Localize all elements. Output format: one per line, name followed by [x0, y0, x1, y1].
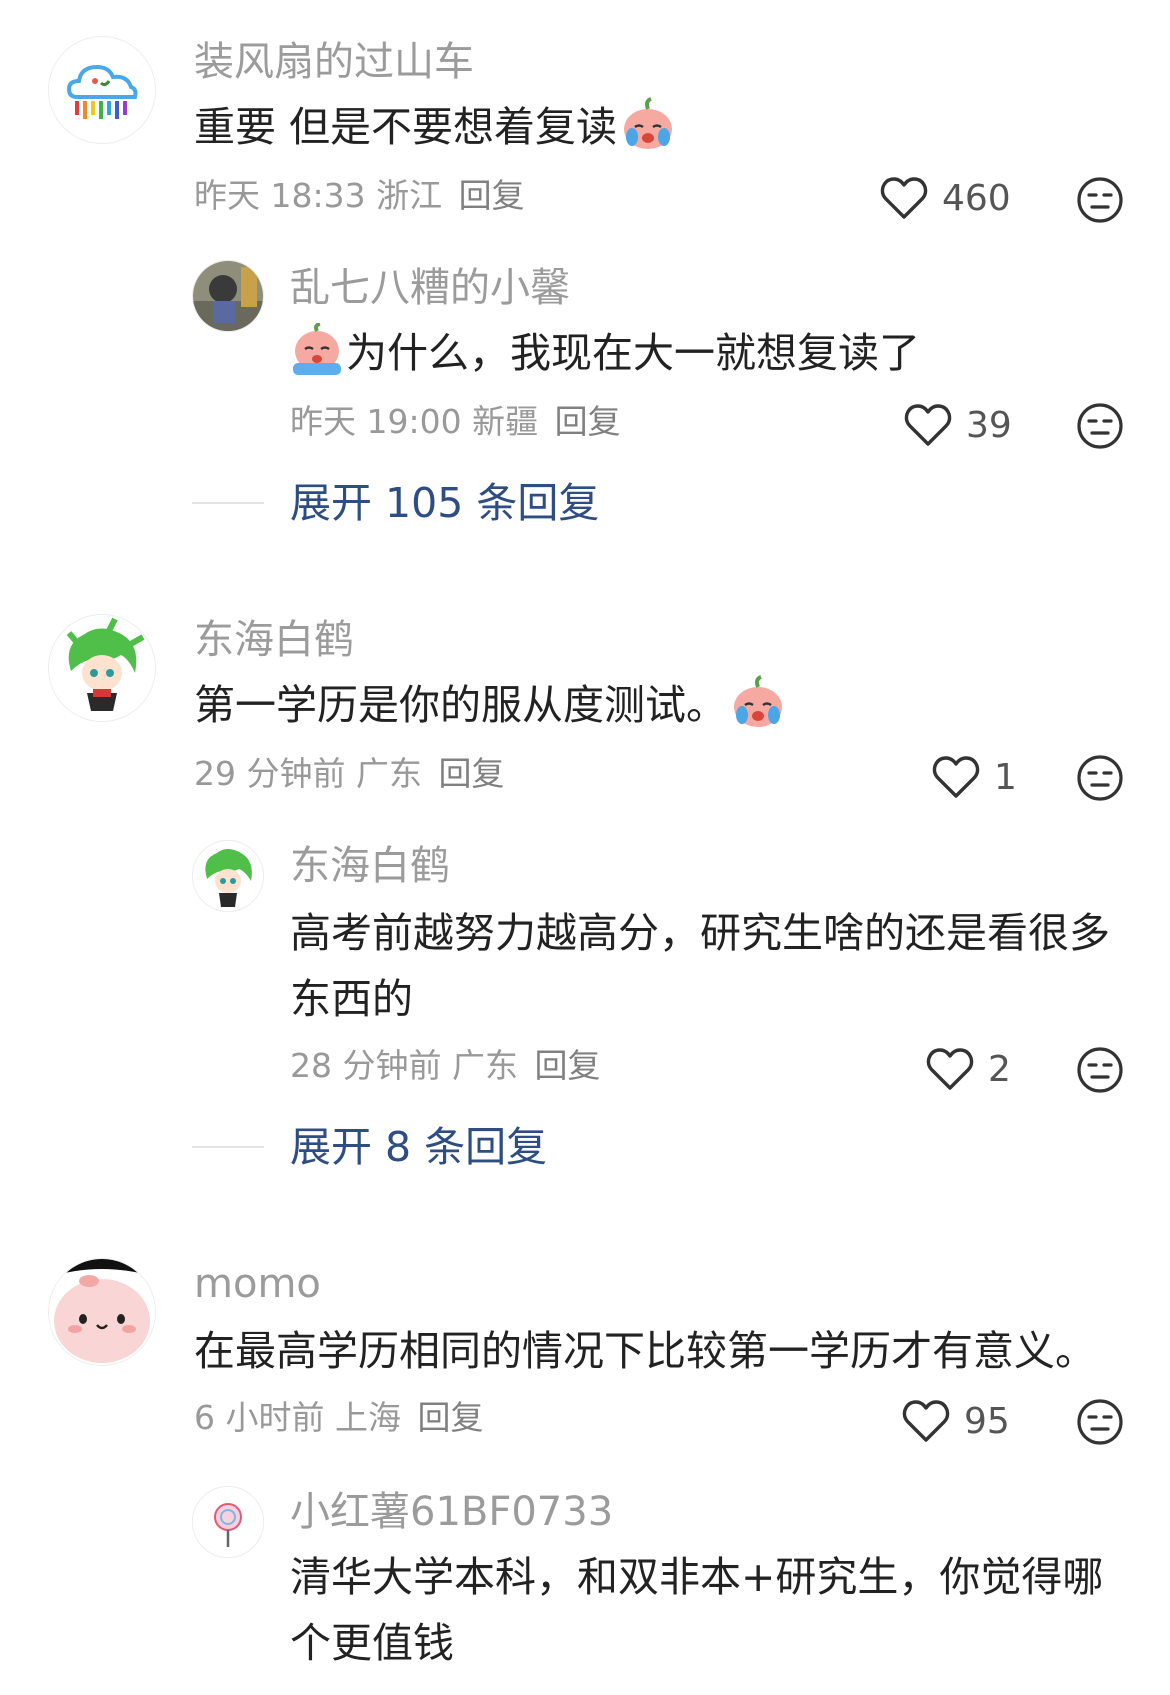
heart-icon: [932, 756, 980, 798]
username[interactable]: momo: [194, 1260, 321, 1308]
location: 新疆: [472, 402, 539, 441]
username[interactable]: 东海白鹤: [194, 616, 354, 664]
comment-text: 第一学历是你的服从度测试。: [194, 672, 785, 738]
avatar[interactable]: [48, 1258, 156, 1366]
comment-text-content: 为什么，我现在大一就想复读了: [346, 329, 920, 377]
reply-button[interactable]: 回复: [418, 1398, 484, 1437]
username[interactable]: 乱七八糟的小馨: [290, 264, 570, 312]
like-button[interactable]: 460: [880, 176, 1011, 220]
expand-divider: [192, 502, 264, 504]
location: 广东: [355, 754, 422, 793]
neutral-face-icon[interactable]: [1076, 176, 1124, 224]
username[interactable]: 东海白鹤: [290, 842, 450, 890]
avatar[interactable]: [192, 840, 264, 912]
anime-avatar-icon: [193, 841, 263, 911]
comment-text: 在最高学历相同的情况下比较第一学历才有意义。: [194, 1327, 1096, 1375]
comment-text: 高考前越努力越高分，研究生啥的还是看很多东西的: [290, 909, 1110, 1023]
username[interactable]: 装风扇的过山车: [194, 38, 474, 86]
reply-button[interactable]: 回复: [534, 1046, 600, 1085]
expand-divider: [192, 1146, 264, 1148]
comment-text: 重要 但是不要想着复读: [194, 94, 675, 160]
neutral-face-icon[interactable]: [1076, 1046, 1124, 1094]
lollipop-avatar-icon: [193, 1487, 263, 1557]
comment-meta: 6 小时前 上海 回复: [194, 1398, 484, 1438]
neutral-face-icon[interactable]: [1076, 754, 1124, 802]
timestamp: 6 小时前: [194, 1398, 325, 1437]
heart-icon: [902, 1400, 950, 1442]
comment-meta: 28 分钟前 广东 回复: [290, 1046, 600, 1086]
username[interactable]: 小红薯61BF0733: [290, 1488, 613, 1536]
like-count: 1: [994, 756, 1017, 798]
neutral-face-icon[interactable]: [1076, 1398, 1124, 1446]
avatar[interactable]: [192, 1486, 264, 1558]
heart-icon: [904, 404, 952, 446]
like-count: 2: [988, 1048, 1011, 1090]
timestamp: 29 分钟前: [194, 754, 346, 793]
comment-meta: 昨天 18:33 浙江 回复: [194, 176, 525, 216]
like-button[interactable]: 1: [932, 755, 1017, 799]
timestamp: 昨天 19:00: [290, 402, 462, 441]
location: 浙江: [376, 176, 443, 215]
pink-blob-avatar-icon: [49, 1259, 155, 1365]
avatar[interactable]: [48, 36, 156, 144]
like-button[interactable]: 2: [926, 1047, 1011, 1091]
reply-button[interactable]: 回复: [459, 176, 525, 215]
photo-avatar-icon: [193, 261, 263, 331]
crying-emoji-icon: [731, 675, 785, 729]
expand-replies-button[interactable]: 展开 105 条回复: [290, 478, 599, 528]
comment-text: 为什么，我现在大一就想复读了: [290, 320, 920, 386]
timestamp: 28 分钟前: [290, 1046, 442, 1085]
like-button[interactable]: 95: [902, 1399, 1010, 1443]
location: 上海: [335, 1398, 401, 1437]
avatar[interactable]: [192, 260, 264, 332]
comment-text: 清华大学本科，和双非本+研究生，你觉得哪个更值钱: [290, 1553, 1104, 1667]
crying-emoji-icon: [621, 97, 675, 151]
anime-avatar-icon: [49, 615, 155, 721]
like-count: 95: [964, 1400, 1010, 1442]
heart-icon: [880, 177, 928, 219]
heart-icon: [926, 1048, 974, 1090]
avatar[interactable]: [48, 614, 156, 722]
rainbow-cloud-avatar-icon: [49, 37, 155, 143]
expand-replies-button[interactable]: 展开 8 条回复: [290, 1122, 547, 1172]
like-count: 460: [942, 177, 1011, 219]
timestamp: 昨天 18:33: [194, 176, 366, 215]
crying-emoji-icon: [290, 322, 344, 377]
like-button[interactable]: 39: [904, 403, 1012, 447]
comment-text-content: 重要 但是不要想着复读: [194, 103, 618, 151]
like-count: 39: [966, 404, 1012, 446]
comment-meta: 29 分钟前 广东 回复: [194, 754, 504, 794]
reply-button[interactable]: 回复: [555, 402, 621, 441]
comment-meta: 昨天 19:00 新疆 回复: [290, 402, 621, 442]
neutral-face-icon[interactable]: [1076, 402, 1124, 450]
reply-button[interactable]: 回复: [438, 754, 504, 793]
comment-text-content: 第一学历是你的服从度测试。: [194, 681, 727, 729]
location: 广东: [451, 1046, 518, 1085]
